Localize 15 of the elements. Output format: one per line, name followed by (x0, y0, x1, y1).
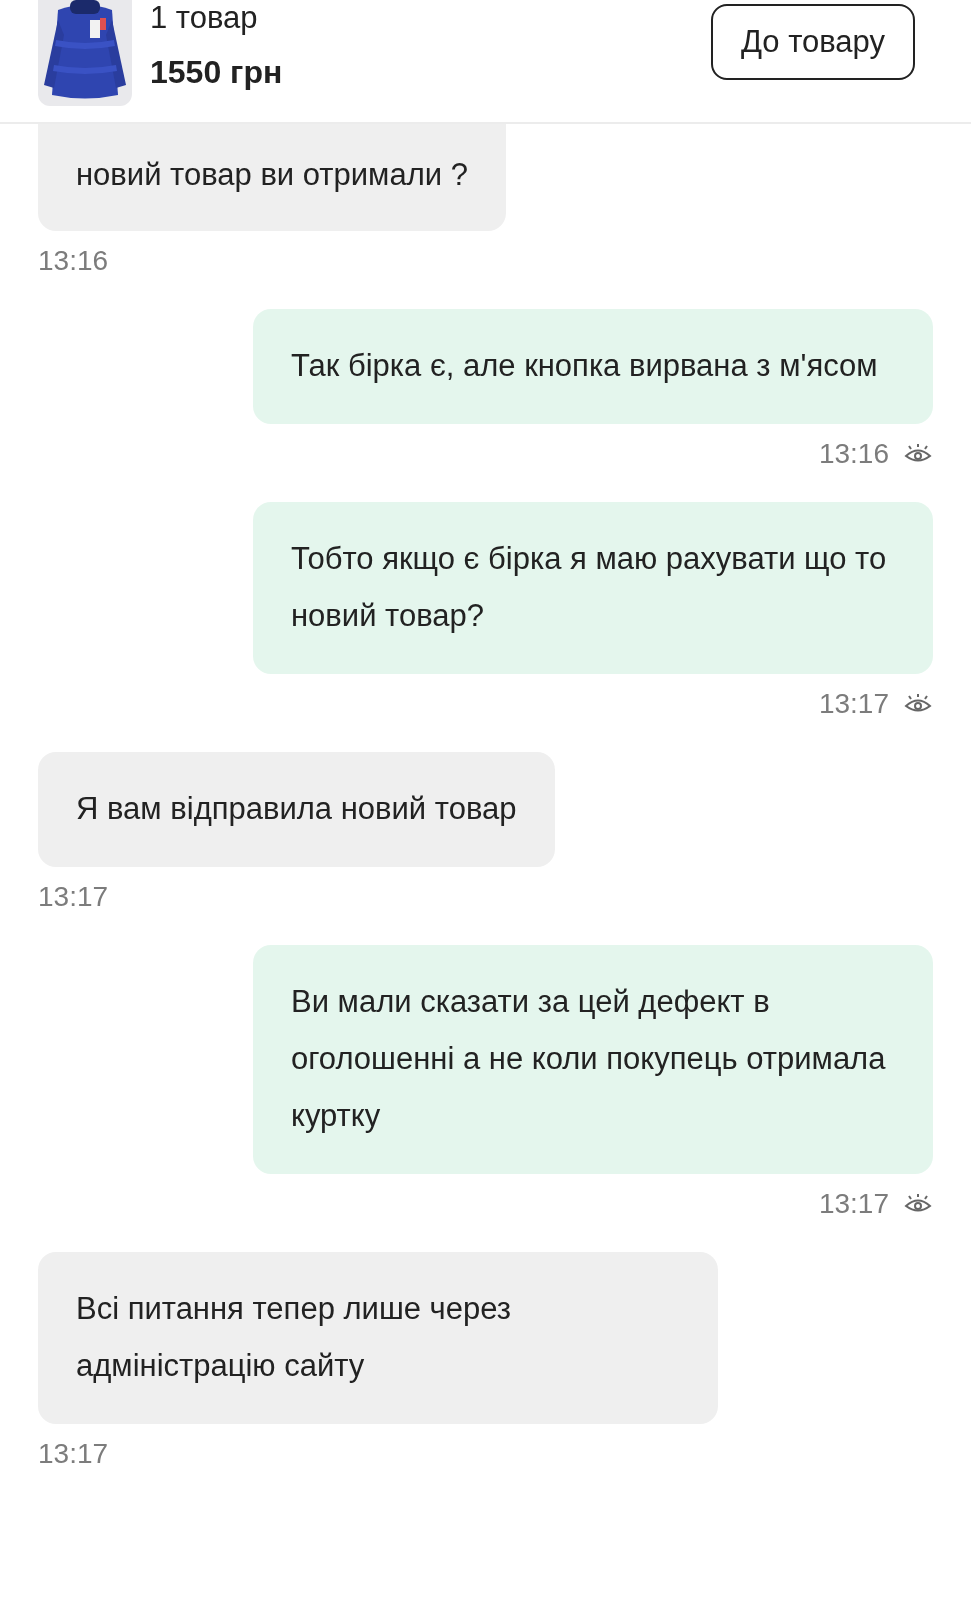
message-bubble: Тобто якщо є бірка я маю рахувати що то новий товар? (253, 502, 933, 674)
price: 1550 грн (150, 54, 284, 91)
message-bubble: Всі питання тепер лише через адміністрацію сайту (38, 1252, 718, 1424)
go-to-product-button[interactable]: До товару (710, 4, 915, 80)
message-time: 13:17 (818, 1188, 889, 1220)
message-bubble: Ви мали сказати за цей дефект в оголошенні а не коли покупець отримала куртку (253, 945, 933, 1174)
message-time: 13:17 (38, 1438, 109, 1470)
message-time: 13:16 (818, 438, 889, 470)
item-count: 1 товар (150, 0, 259, 36)
message-bubble: Так бірка є, але кнопка вирвана з м'ясом (253, 309, 933, 424)
message-bubble: новий товар ви отримали ? (38, 124, 506, 231)
message-time: 13:17 (818, 688, 889, 720)
message-bubble: Я вам відправила новий товар (38, 752, 555, 867)
message-time: 13:16 (38, 245, 109, 277)
message-time: 13:17 (38, 881, 109, 913)
